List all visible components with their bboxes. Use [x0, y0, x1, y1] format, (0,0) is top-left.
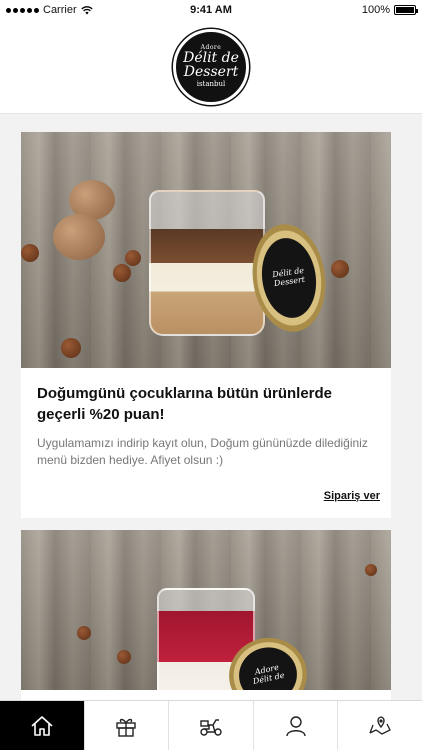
promo-feed[interactable]: Délit de Dessert Doğumgünü çocuklarına b…	[0, 114, 422, 700]
signal-icon	[6, 7, 39, 13]
lid-label: Délit de Dessert	[272, 266, 306, 289]
app-header: Adore Délit de Dessert istanbul	[0, 20, 422, 114]
home-icon	[31, 715, 53, 736]
hazelnut-image	[113, 264, 131, 282]
status-bar: Carrier 9:41 AM 100%	[0, 0, 422, 20]
promo-description: Uygulamamızı indirip kayıt olun, Doğum g…	[37, 436, 368, 467]
battery-fill	[396, 7, 414, 13]
promo-image: Délit de Dessert	[21, 132, 391, 368]
hazelnut-image	[21, 244, 39, 262]
hazelnut-image	[77, 626, 91, 640]
brand-logo[interactable]: Adore Délit de Dessert istanbul	[173, 28, 249, 105]
logo-text-main-2: Dessert	[183, 64, 239, 80]
battery-icon	[394, 5, 418, 15]
wifi-icon	[80, 5, 93, 14]
lid-label: Adore Délit de	[251, 663, 286, 687]
walnut-image	[53, 214, 105, 260]
hazelnut-image	[365, 564, 377, 576]
battery-label: 100%	[361, 4, 390, 16]
tab-gift[interactable]	[83, 701, 169, 750]
lid-text-2: Dessert	[273, 274, 306, 289]
location-icon	[369, 715, 392, 735]
hazelnut-image	[117, 650, 131, 664]
tab-stores[interactable]	[337, 701, 422, 750]
hazelnut-image	[331, 260, 349, 278]
hazelnut-image	[61, 338, 81, 358]
tab-bar	[0, 700, 422, 750]
status-left: Carrier	[6, 4, 93, 16]
tab-profile[interactable]	[252, 701, 338, 750]
gift-icon	[116, 718, 137, 737]
tab-delivery[interactable]	[168, 701, 253, 750]
order-link[interactable]: Sipariş ver	[324, 490, 380, 502]
scooter-icon	[200, 718, 222, 736]
promo-card[interactable]: Adore Délit de	[21, 530, 391, 700]
tab-home[interactable]	[0, 701, 84, 750]
promo-card-body: Doğumgünü çocuklarına bütün ürünlerde ge…	[21, 368, 391, 518]
user-icon	[285, 715, 306, 736]
promo-card[interactable]: Délit de Dessert Doğumgünü çocuklarına b…	[21, 132, 391, 518]
promo-title: Doğumgünü çocuklarına bütün ürünlerde ge…	[37, 385, 333, 423]
hazelnut-image	[125, 250, 141, 266]
logo-text-sub: istanbul	[196, 80, 226, 88]
logo-text-main-1: Délit de	[183, 50, 239, 66]
carrier-label: Carrier	[43, 4, 77, 16]
status-right: 100%	[361, 4, 418, 16]
promo-image: Adore Délit de	[21, 530, 391, 690]
dessert-jar-image	[149, 190, 265, 336]
